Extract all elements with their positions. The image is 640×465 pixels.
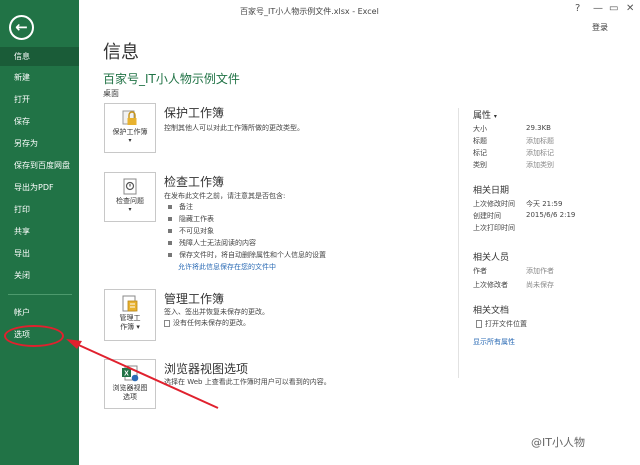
annotation-arrow — [66, 339, 219, 409]
watermark: @IT小人物 — [531, 436, 585, 449]
excel-backstage: ← 信息 新建 打开 保存 另存为 保存到百度网盘 导出为PDF 打印 共享 导… — [0, 0, 640, 465]
